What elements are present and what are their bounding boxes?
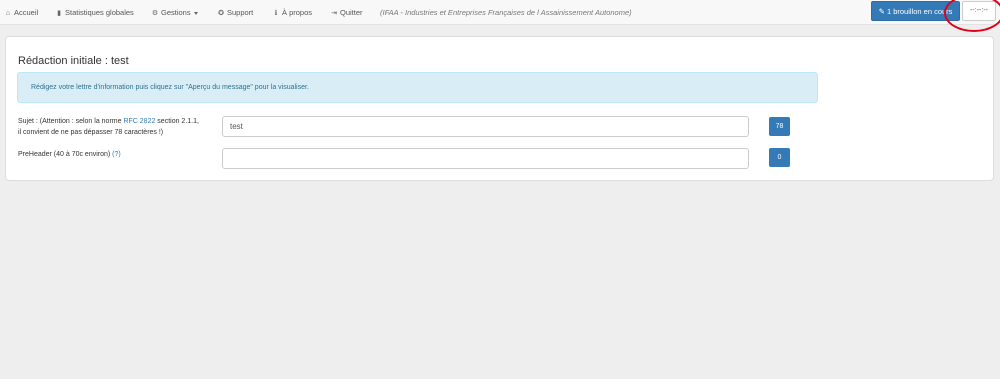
draft-panel: Rédaction initiale : test Rédigez votre … bbox=[5, 36, 994, 181]
draft-in-progress-button[interactable]: ✎ 1 brouillon en cours bbox=[871, 1, 960, 21]
nav-about[interactable]: ℹ À propos bbox=[272, 8, 312, 18]
lifebuoy-icon: ✪ bbox=[218, 10, 224, 17]
nav-home-label: Accueil bbox=[14, 8, 39, 17]
nav-support[interactable]: ✪ Support bbox=[217, 8, 253, 18]
subject-label: Sujet : (Attention : selon la norme RFC … bbox=[18, 116, 203, 138]
nav-about-label: À propos bbox=[282, 8, 313, 17]
nav-quit[interactable]: ⇥ Quitter bbox=[330, 8, 363, 18]
preheader-input[interactable] bbox=[222, 148, 749, 169]
preheader-label-text: PreHeader (40 à 70c environ) bbox=[18, 151, 113, 158]
top-navbar: ⌂ Accueil ▮ Statistiques globales ⚙ Gestion… bbox=[0, 0, 1000, 25]
preheader-help-link[interactable]: (?) bbox=[112, 151, 121, 158]
org-tagline: (IFAA - Industries et Entreprises França… bbox=[380, 8, 632, 17]
draft-button-label: 1 brouillon en cours bbox=[886, 7, 953, 16]
caret-down-icon bbox=[193, 11, 198, 15]
nav-support-label: Support bbox=[227, 8, 254, 17]
bar-chart-icon: ▮ bbox=[57, 10, 61, 17]
nav-quit-label: Quitter bbox=[340, 8, 363, 17]
nav-manage-label: Gestions bbox=[161, 8, 191, 17]
gear-icon: ⚙ bbox=[151, 10, 159, 17]
panel-title: Rédaction initiale : test bbox=[18, 55, 129, 67]
preheader-char-count: 0 bbox=[769, 148, 790, 167]
pencil-icon: ✎ bbox=[878, 7, 885, 16]
nav-manage-dropdown[interactable]: ⚙ Gestions bbox=[151, 8, 198, 18]
subject-char-count: 78 bbox=[769, 117, 790, 136]
rfc-link[interactable]: RFC 2822 bbox=[123, 118, 155, 125]
subject-input[interactable] bbox=[222, 116, 749, 137]
preheader-label: PreHeader (40 à 70c environ) (?) bbox=[18, 149, 203, 160]
info-icon: ℹ bbox=[274, 10, 278, 17]
sign-out-icon: ⇥ bbox=[331, 10, 337, 17]
subject-label-prefix: Sujet : (Attention : selon la norme bbox=[18, 118, 124, 125]
nav-stats-label: Statistiques globales bbox=[65, 8, 134, 17]
info-alert: Rédigez votre lettre d'information puis … bbox=[17, 72, 818, 103]
nav-stats[interactable]: ▮ Statistiques globales bbox=[55, 8, 134, 18]
session-timer: --:--:-- bbox=[962, 1, 996, 21]
home-icon: ⌂ bbox=[5, 10, 11, 17]
nav-home[interactable]: ⌂ Accueil bbox=[4, 8, 38, 18]
